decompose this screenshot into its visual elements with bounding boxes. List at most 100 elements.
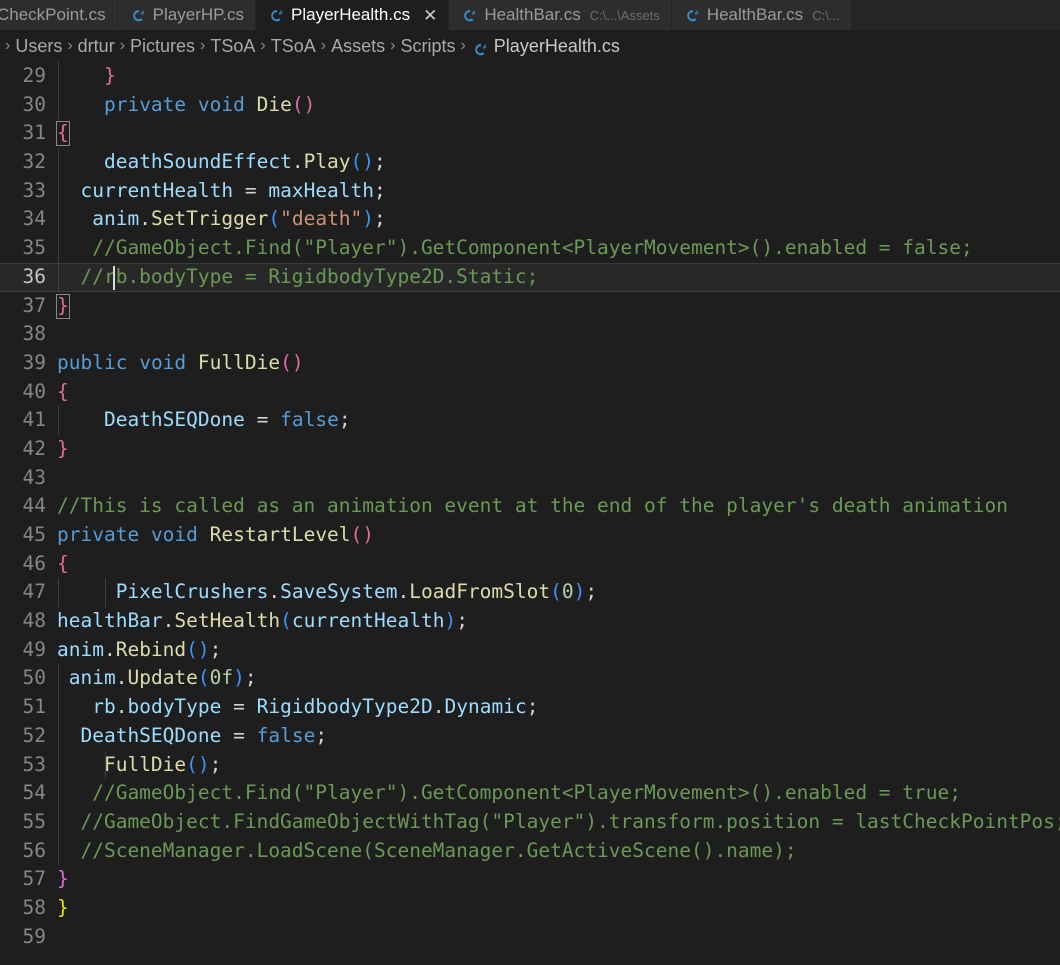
tab-path-hint: C:\...\Assets <box>589 7 660 23</box>
code-line[interactable]: 46 { <box>0 550 1060 579</box>
text-cursor <box>113 265 115 290</box>
code-line[interactable]: 48 healthBar.SetHealth(currentHealth); <box>0 607 1060 636</box>
code-line[interactable]: 56 //SceneManager.LoadScene(SceneManager… <box>0 836 1060 866</box>
code-text: public void FullDie() <box>57 350 304 374</box>
line-number: 45 <box>22 523 46 546</box>
code-text: } <box>103 64 116 87</box>
tab-playerhp-cs[interactable]: # PlayerHP.cs <box>117 0 257 30</box>
tab-playerhealth-cs[interactable]: # PlayerHealth.cs ✕ <box>256 0 450 30</box>
line-number: 59 <box>22 924 46 948</box>
breadcrumb-separator: › <box>460 37 466 54</box>
line-number: 36 <box>22 264 46 288</box>
line-number: 29 <box>22 64 46 87</box>
code-line[interactable]: 35 //GameObject.Find("Player").GetCompon… <box>0 234 1060 263</box>
tab-label: HealthBar.cs <box>706 5 804 24</box>
code-text: { <box>57 379 69 403</box>
code-line[interactable]: 40 { <box>0 378 1060 407</box>
breadcrumb-item-assets[interactable]: Assets <box>331 36 385 57</box>
line-number: 35 <box>22 236 46 260</box>
code-line[interactable]: 39 public void FullDie() <box>0 349 1060 378</box>
code-text: } <box>57 436 69 460</box>
code-text: private void RestartLevel() <box>57 523 375 546</box>
code-line[interactable]: 31 { <box>0 119 1060 148</box>
code-line[interactable]: 52 DeathSEQDone = false; <box>0 721 1060 751</box>
close-icon[interactable]: ✕ <box>423 7 437 24</box>
code-text: DeathSEQDone = false; <box>103 408 351 432</box>
line-number: 40 <box>22 379 46 403</box>
breadcrumb-item-pictures[interactable]: Pictures <box>130 36 195 57</box>
code-line[interactable]: 51 rb.bodyType = RigidbodyType2D.Dynamic… <box>0 693 1060 722</box>
breadcrumb-separator: › <box>200 37 206 54</box>
csharp-file-icon: # <box>462 8 477 23</box>
line-number: 54 <box>22 781 46 805</box>
code-line[interactable]: 42 } <box>0 435 1060 464</box>
code-line[interactable]: 47 PixelCrushers.SaveSystem.LoadFromSlot… <box>0 578 1060 608</box>
csharp-file-icon: # <box>473 41 488 56</box>
code-line[interactable]: 50 anim.Update(0f); <box>0 664 1060 694</box>
code-text: //This is called as an animation event a… <box>57 494 1008 518</box>
line-number: 31 <box>22 121 46 145</box>
code-line[interactable]: 55 //GameObject.FindGameObjectWithTag("P… <box>0 807 1060 837</box>
csharp-file-icon: # <box>131 8 146 23</box>
code-text: rb.bodyType = RigidbodyType2D.Dynamic; <box>92 695 539 719</box>
line-number: 52 <box>22 723 46 747</box>
code-line[interactable]: 29 } <box>0 62 1060 91</box>
tab-label: CheckPoint.cs <box>0 5 106 24</box>
code-line[interactable]: 38 <box>0 320 1060 349</box>
code-text: //SceneManager.LoadScene(SceneManager.Ge… <box>57 838 797 862</box>
line-number: 34 <box>22 207 46 231</box>
code-editor[interactable]: 29 } 30 private void Die() 31 { 32 death… <box>0 62 1060 965</box>
line-number: 41 <box>22 408 46 432</box>
code-line[interactable]: 34 anim.SetTrigger("death"); <box>0 205 1060 235</box>
code-line[interactable]: 30 private void Die() <box>0 90 1060 120</box>
line-number: 57 <box>22 867 46 891</box>
line-number: 49 <box>22 637 46 661</box>
code-line-current[interactable]: 36 //rb.bodyType = RigidbodyType2D.Stati… <box>0 262 1060 292</box>
breadcrumb-item-scripts[interactable]: Scripts <box>400 36 455 57</box>
tab-checkpoint-cs[interactable]: CheckPoint.cs <box>0 0 118 30</box>
code-text: } <box>57 895 69 919</box>
code-line[interactable]: 53 FullDie(); <box>0 750 1060 780</box>
breadcrumb-item-drtur[interactable]: drtur <box>78 36 115 57</box>
code-line[interactable]: 32 deathSoundEffect.Play(); <box>0 148 1060 177</box>
code-line[interactable]: 49 anim.Rebind(); <box>0 636 1060 665</box>
code-line[interactable]: 57 } <box>0 865 1060 894</box>
breadcrumb-separator: › <box>320 37 327 54</box>
breadcrumb-item-users[interactable]: Users <box>15 36 62 57</box>
code-line[interactable]: 45 private void RestartLevel() <box>0 521 1060 550</box>
code-text: //GameObject.Find("Player").GetComponent… <box>57 236 973 260</box>
breadcrumb-separator: › <box>390 37 396 54</box>
breadcrumb-item-file[interactable]: PlayerHealth.cs <box>494 36 620 57</box>
code-line[interactable]: 41 DeathSEQDone = false; <box>0 406 1060 435</box>
line-number: 50 <box>22 666 46 690</box>
code-text: //GameObject.Find("Player").GetComponent… <box>57 781 961 805</box>
code-line[interactable]: 54 //GameObject.Find("Player").GetCompon… <box>0 779 1060 808</box>
code-line[interactable]: 59 <box>0 923 1060 952</box>
code-text: PixelCrushers.SaveSystem.LoadFromSlot(0)… <box>115 580 598 604</box>
code-line[interactable]: 44 //This is called as an animation even… <box>0 492 1060 521</box>
line-number: 37 <box>22 293 46 317</box>
line-number: 33 <box>22 178 46 202</box>
code-line[interactable]: 33 currentHealth = maxHealth; <box>0 176 1060 206</box>
svg-text:#: # <box>140 8 144 16</box>
csharp-file-icon: # <box>269 8 284 23</box>
code-text: anim.SetTrigger("death"); <box>92 207 386 231</box>
breadcrumb-item-tsoa-2[interactable]: TSoA <box>271 36 316 57</box>
code-line[interactable]: 58 } <box>0 894 1060 923</box>
tab-path-hint: C:\... <box>812 7 840 23</box>
code-line[interactable]: 43 <box>0 464 1060 493</box>
code-line[interactable]: 37 } <box>0 292 1060 321</box>
breadcrumb-separator: › <box>5 37 11 54</box>
svg-text:#: # <box>472 8 476 16</box>
tab-healthbar-cs-assets[interactable]: # HealthBar.cs C:\...\Assets <box>449 0 672 30</box>
tab-healthbar-cs-second[interactable]: # HealthBar.cs C:\... <box>671 0 852 30</box>
breadcrumb-item-tsoa-1[interactable]: TSoA <box>210 36 255 57</box>
svg-text:#: # <box>482 42 486 50</box>
line-number: 51 <box>22 695 46 719</box>
code-text: anim.Update(0f); <box>68 666 257 690</box>
line-number: 38 <box>22 322 46 346</box>
line-number: 39 <box>22 350 46 374</box>
line-number: 44 <box>22 494 46 518</box>
code-text: deathSoundEffect.Play(); <box>103 150 386 174</box>
code-text: anim.Rebind(); <box>57 637 222 661</box>
